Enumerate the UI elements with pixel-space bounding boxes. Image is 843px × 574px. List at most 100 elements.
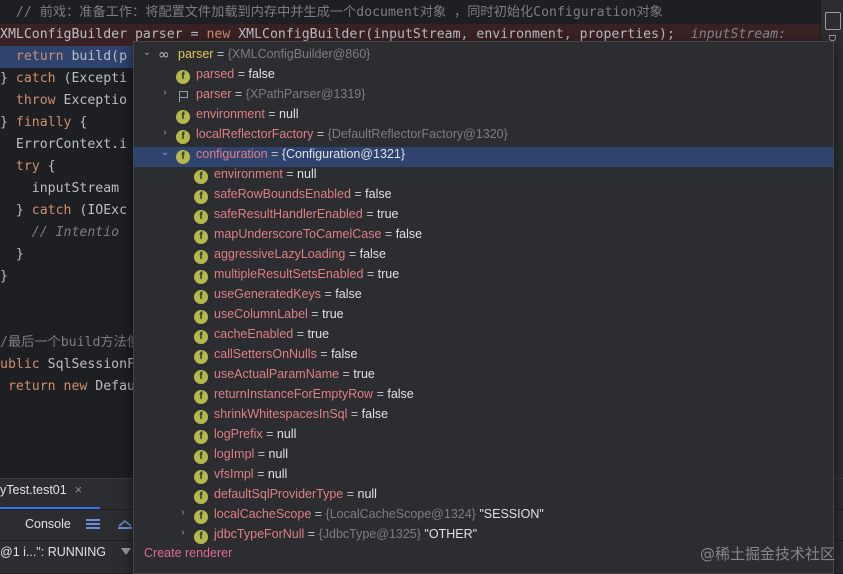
variable-sep: = (373, 387, 388, 401)
variable-value: true (307, 327, 330, 341)
code-line[interactable]: } finally { (0, 112, 87, 134)
field-icon: f (194, 410, 208, 424)
variable-row[interactable]: f environment = null (134, 107, 833, 127)
variable-text: aggressiveLazyLoading = false (214, 247, 386, 261)
variable-row[interactable]: f logImpl = null (134, 447, 833, 467)
variable-row[interactable]: ⌄ f configuration = {Configuration@1321} (134, 147, 833, 167)
field-icon: f (194, 270, 208, 284)
debug-session-tab[interactable]: yTest.test01 × (0, 483, 82, 507)
variable-text: useGeneratedKeys = false (214, 287, 362, 301)
code-line[interactable]: try { (0, 156, 56, 178)
variable-row[interactable]: f shrinkWhitespacesInSql = false (134, 407, 833, 427)
variable-sep: = (253, 467, 268, 481)
watch-icon: ∞ (158, 47, 170, 63)
field-icon: f (194, 230, 208, 244)
variable-text: multipleResultSetsEnabled = true (214, 267, 399, 281)
variable-row[interactable]: f parsed = false (134, 67, 833, 87)
code-line[interactable]: inputStream (0, 178, 119, 200)
variable-value: null (297, 167, 317, 181)
variable-row[interactable]: › parser = {XPathParser@1319} (134, 87, 833, 107)
variable-row[interactable]: f defaultSqlProviderType = null (134, 487, 833, 507)
variable-sep: = (339, 367, 354, 381)
variable-value: true (376, 207, 399, 221)
variable-row[interactable]: f useActualParamName = true (134, 367, 833, 387)
variable-value: {LocalCacheScope@1324} (325, 507, 476, 521)
list-icon[interactable] (86, 519, 100, 529)
variable-value: {XMLConfigBuilder@860} (227, 47, 371, 61)
variable-sep: = (363, 267, 378, 281)
field-icon: f (194, 470, 208, 484)
variable-row[interactable]: › f localCacheScope = {LocalCacheScope@132… (134, 507, 833, 527)
variable-name: aggressiveLazyLoading (214, 247, 346, 261)
code-token: Exceptio (55, 93, 128, 108)
variable-sep: = (345, 247, 360, 261)
variable-text: parser = {XPathParser@1319} (196, 87, 365, 101)
variable-text: useActualParamName = true (214, 367, 375, 381)
code-line[interactable]: } (0, 266, 8, 288)
code-token: = (182, 27, 207, 42)
variable-text: logImpl = null (214, 447, 288, 461)
variable-value: null (357, 487, 377, 501)
variable-row[interactable]: f returnInstanceForEmptyRow = false (134, 387, 833, 407)
expand-arrow-icon[interactable]: › (178, 507, 188, 527)
expand-arrow-icon[interactable]: › (160, 87, 170, 107)
code-line[interactable]: } (0, 244, 24, 266)
code-token: } (0, 203, 32, 218)
debug-session-tab-label: yTest.test01 (0, 483, 67, 497)
variable-value: {JdbcType@1325} (318, 527, 421, 541)
field-icon: f (194, 250, 208, 264)
variable-row[interactable]: ⌄ ∞ parser = {XMLConfigBuilder@860} (134, 47, 833, 67)
variable-row[interactable]: f multipleResultSetsEnabled = true (134, 267, 833, 287)
code-line[interactable]: /最后一个build方法使 (0, 332, 140, 354)
variable-value: true (322, 307, 344, 321)
variable-text: callSettersOnNulls = false (214, 347, 357, 361)
code-line[interactable]: throw Exceptio (0, 90, 127, 112)
variable-row[interactable]: f useGeneratedKeys = false (134, 287, 833, 307)
variable-row[interactable]: f vfsImpl = null (134, 467, 833, 487)
database-icon[interactable] (825, 12, 841, 30)
variable-row[interactable]: › f localReflectorFactory = {DefaultReflec… (134, 127, 833, 147)
code-line[interactable]: ublic SqlSessionF (0, 354, 135, 376)
field-icon: f (194, 290, 208, 304)
code-line[interactable]: // 前戏：准备工作：将配置文件加载到内存中并生成一个document对象 ，同… (0, 2, 663, 24)
collapse-arrow-icon[interactable]: ⌄ (142, 47, 152, 67)
variable-row[interactable]: f callSettersOnNulls = false (134, 347, 833, 367)
code-token: parser (134, 27, 183, 42)
code-token: } (0, 269, 8, 284)
thread-status[interactable]: @1 i...": RUNNING (0, 545, 106, 559)
create-renderer-link[interactable]: Create renderer (144, 546, 232, 560)
expand-arrow-icon[interactable]: › (160, 127, 170, 147)
variable-name: useGeneratedKeys (214, 287, 322, 301)
variable-sep: = (282, 167, 298, 181)
variable-value: false (395, 227, 423, 241)
variable-inspector-popup[interactable]: ⌄ ∞ parser = {XMLConfigBuilder@860} f parsed… (133, 41, 834, 574)
code-line[interactable]: } catch (Excepti (0, 68, 127, 90)
filter-icon[interactable] (121, 548, 131, 555)
code-token: catch (15, 71, 56, 86)
code-line[interactable]: } catch (IOExc (0, 200, 127, 222)
collapse-arrow-icon[interactable]: ⌄ (160, 147, 170, 167)
variable-row[interactable]: f cacheEnabled = true (134, 327, 833, 347)
variable-row[interactable]: f logPrefix = null (134, 427, 833, 447)
variable-value: false (335, 287, 362, 301)
variable-sep: = (343, 487, 358, 501)
code-token: (IOExc (71, 203, 128, 218)
variable-text: returnInstanceForEmptyRow = false (214, 387, 414, 401)
code-line[interactable]: ErrorContext.i (0, 134, 127, 156)
variable-row[interactable]: f environment = null (134, 167, 833, 187)
variable-row[interactable]: f mapUnderscoreToCamelCase = false (134, 227, 833, 247)
variable-name: jdbcTypeForNull (214, 527, 305, 541)
variable-row[interactable]: f safeRowBoundsEnabled = false (134, 187, 833, 207)
variable-row[interactable]: f useColumnLabel = true (134, 307, 833, 327)
variable-text: environment = null (196, 107, 299, 121)
code-line[interactable]: // Intentio (0, 222, 119, 244)
variable-row[interactable]: f safeResultHandlerEnabled = true (134, 207, 833, 227)
variable-row[interactable]: f aggressiveLazyLoading = false (134, 247, 833, 267)
step-over-icon[interactable] (118, 519, 132, 529)
field-icon: f (176, 150, 190, 164)
close-icon[interactable]: × (75, 483, 82, 497)
code-line[interactable]: return new Defau (0, 376, 135, 398)
console-tab[interactable]: Console (25, 517, 71, 531)
expand-arrow-icon[interactable]: › (178, 527, 188, 547)
field-icon: f (194, 210, 208, 224)
